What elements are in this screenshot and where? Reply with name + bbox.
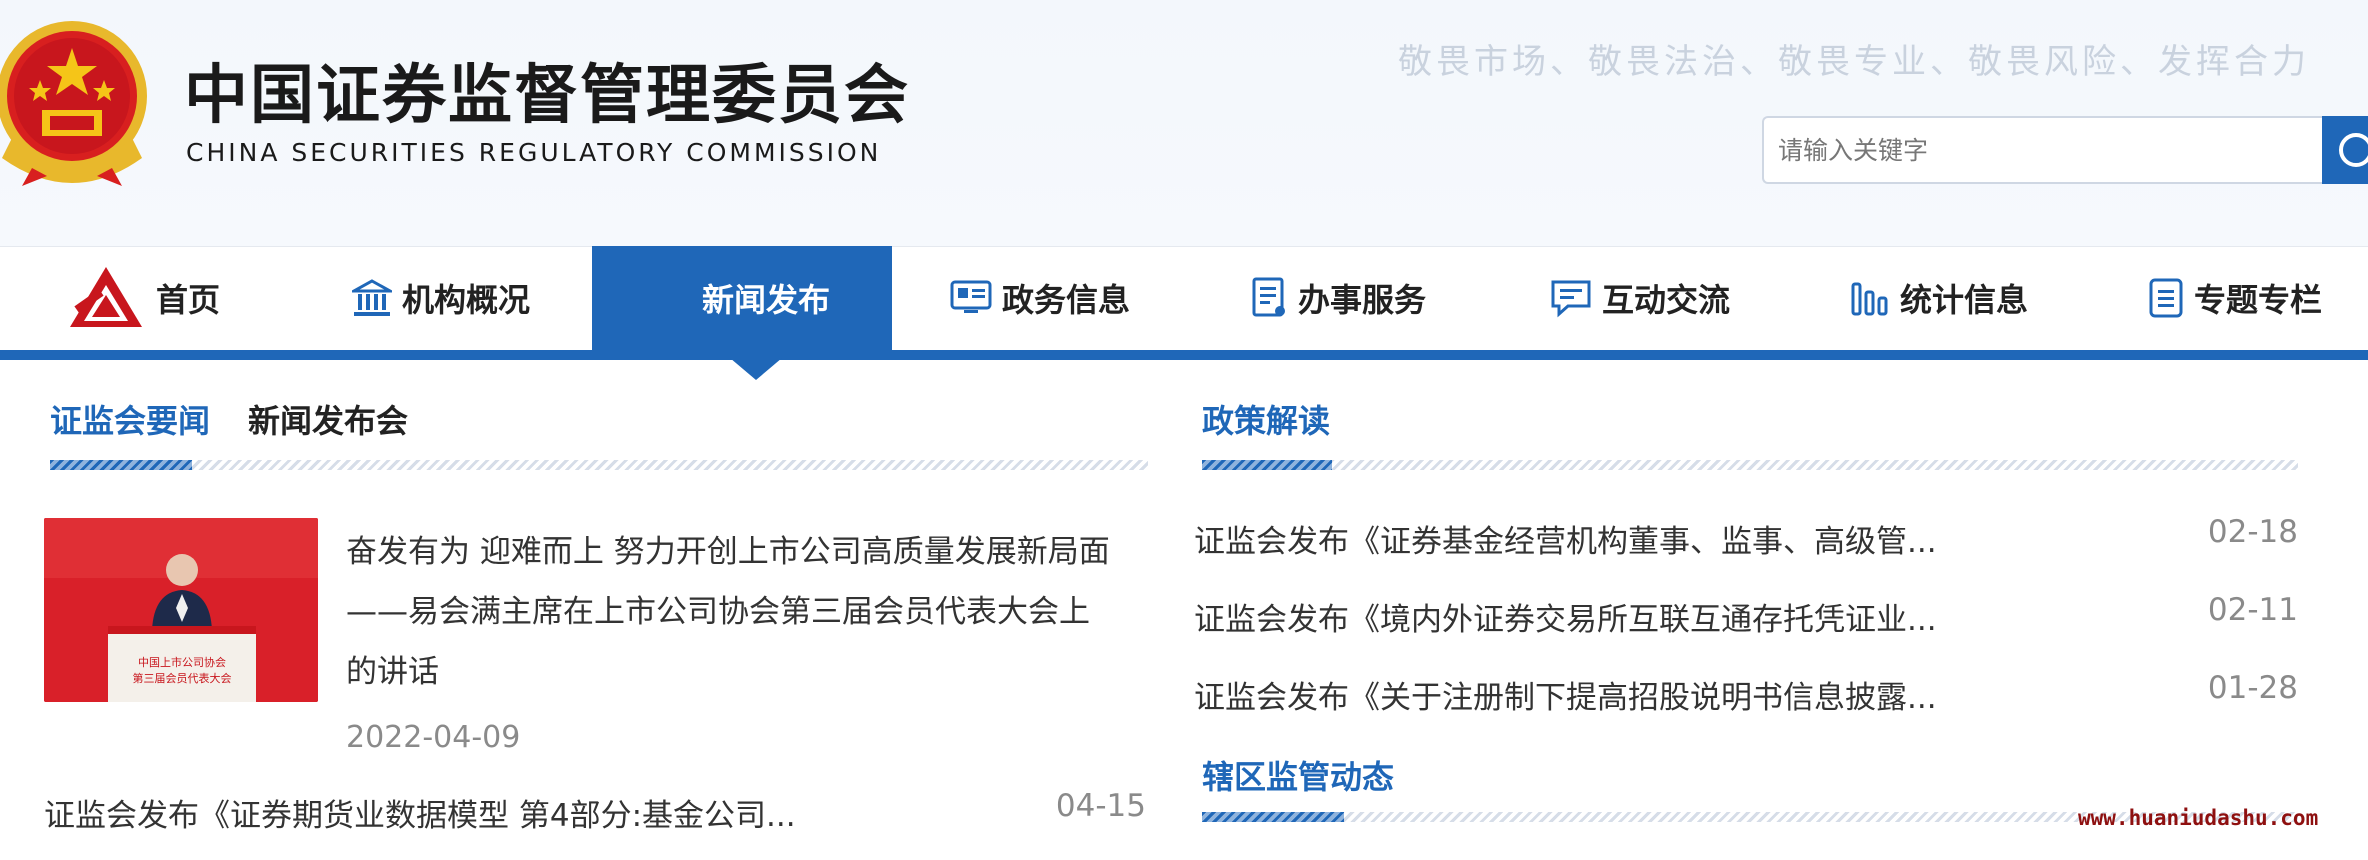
search-input[interactable]	[1762, 116, 2324, 184]
site-subtitle: CHINA SECURITIES REGULATORY COMMISSION	[186, 138, 882, 167]
csrc-logo-icon	[70, 267, 142, 327]
featured-news-date: 2022-04-09	[346, 720, 521, 755]
national-emblem-icon	[0, 21, 147, 186]
nav-label: 办事服务	[1298, 281, 1427, 319]
nav-item-news[interactable]: 新闻发布	[702, 246, 830, 350]
nav-item-about[interactable]: 机构概况	[352, 246, 530, 350]
nav-item-gov-info[interactable]: 政务信息	[950, 246, 1130, 350]
photo-caption-line1: 中国上市公司协会	[138, 655, 226, 669]
featured-news-headline[interactable]: 奋发有为 迎难而上 努力开创上市公司高质量发展新局面——易会满主席在上市公司协会…	[346, 522, 1116, 702]
section-divider	[1202, 460, 2298, 470]
nav-item-interact[interactable]: 互动交流	[1550, 246, 1730, 350]
policy-list-date: 01-28	[2207, 670, 2298, 706]
nav-label: 机构概况	[402, 281, 531, 319]
section-divider-accent	[1202, 812, 1344, 822]
nav-item-topics[interactable]: 专题专栏	[2148, 246, 2322, 350]
nav-label: 统计信息	[1900, 281, 2029, 319]
tab-press-conference[interactable]: 新闻发布会	[248, 396, 408, 442]
featured-news-photo[interactable]: 中国上市公司协会 第三届会员代表大会	[44, 518, 318, 702]
policy-list-item[interactable]: 证监会发布《关于注册制下提高招股说明书信息披露...	[1194, 672, 1937, 717]
section-divider-accent	[50, 460, 192, 470]
policy-list-date: 02-11	[2207, 592, 2298, 628]
nav-label: 新闻发布	[702, 281, 831, 319]
nav-underline	[0, 350, 2368, 360]
document-list-icon	[1252, 277, 1285, 317]
nav-label: 政务信息	[1002, 281, 1131, 319]
section-divider	[50, 460, 1148, 470]
search-icon	[2339, 133, 2368, 167]
section-divider-accent	[1202, 460, 1332, 470]
photo-caption-line2: 第三届会员代表大会	[133, 671, 232, 685]
nav-item-home[interactable]: 首页	[66, 246, 220, 350]
tab-csrc-news[interactable]: 证监会要闻	[50, 396, 210, 442]
search-button[interactable]	[2322, 116, 2368, 184]
regional-supervision-title[interactable]: 辖区监管动态	[1202, 752, 1394, 798]
policy-list-item[interactable]: 证监会发布《证券基金经营机构董事、监事、高级管...	[1194, 516, 1937, 561]
slogan-text: 敬畏市场、敬畏法治、敬畏专业、敬畏风险、发挥合力	[1398, 42, 2310, 82]
chat-icon	[1551, 280, 1591, 318]
news-list-date: 04-15	[1055, 788, 1146, 824]
site-header: 中国证券监督管理委员会 CHINA SECURITIES REGULATORY …	[0, 0, 2368, 246]
speaker-photo: 中国上市公司协会 第三届会员代表大会	[44, 518, 318, 702]
info-board-icon	[950, 280, 992, 313]
nav-label: 专题专栏	[2194, 281, 2323, 319]
site-title: 中国证券监督管理委员会	[184, 59, 910, 133]
nav-active-caret	[730, 358, 782, 380]
news-list-item[interactable]: 证监会发布《证券期货业数据模型 第4部分:基金公司...	[44, 790, 796, 835]
policy-interpretation-title[interactable]: 政策解读	[1202, 396, 1330, 442]
policy-list-item[interactable]: 证监会发布《境内外证券交易所互联互通存托凭证业...	[1194, 594, 1937, 639]
nav-item-services[interactable]: 办事服务	[1252, 246, 1426, 350]
building-icon	[352, 279, 392, 316]
watermark-text: www.huaniudashu.com	[2078, 806, 2319, 830]
nav-label: 首页	[156, 281, 221, 319]
bar-chart-icon	[1851, 282, 1888, 316]
file-icon	[2149, 278, 2183, 318]
nav-item-statistics[interactable]: 统计信息	[1850, 246, 2028, 350]
policy-list-date: 02-18	[2207, 514, 2298, 550]
nav-label: 互动交流	[1602, 281, 1731, 319]
